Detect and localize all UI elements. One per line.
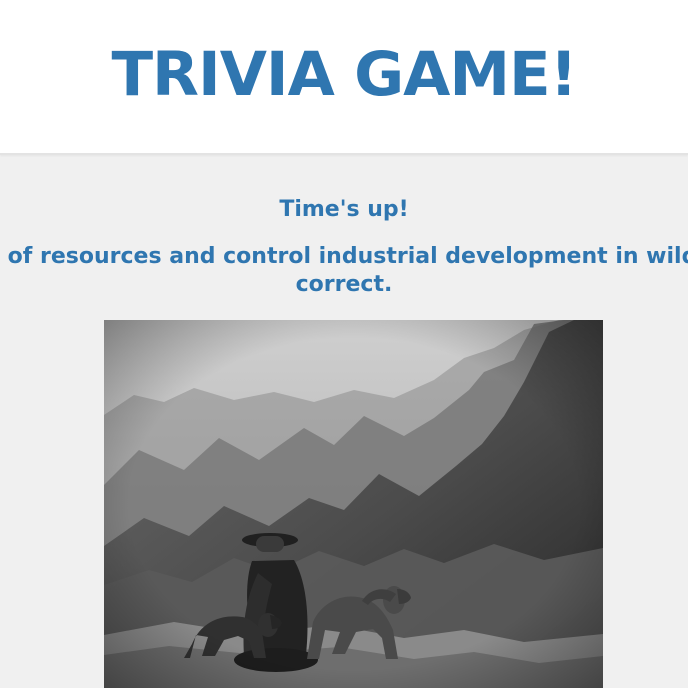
answer-line-1: se of resources and control industrial d… <box>0 244 688 269</box>
status-message: Time's up! <box>279 197 409 222</box>
answer-line-2: correct. <box>295 272 393 297</box>
answer-message: se of resources and control industrial d… <box>0 240 688 300</box>
answer-photo <box>104 320 603 688</box>
page-header: TRIVIA GAME! <box>0 0 688 155</box>
page-title: TRIVIA GAME! <box>111 39 577 110</box>
